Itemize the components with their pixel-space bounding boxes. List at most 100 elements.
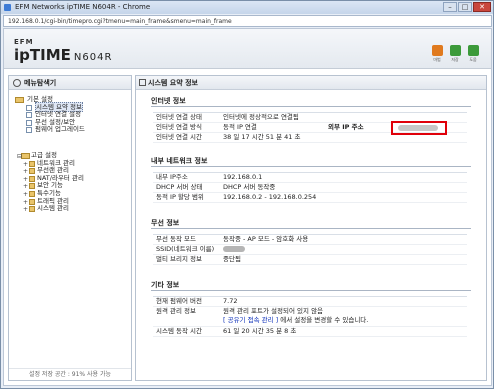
section-title: 인터넷 정보 <box>151 96 471 107</box>
section-title: 내부 네트워크 정보 <box>151 156 471 167</box>
router-page: EFM ipTIME N604R 마법 저장 도움 메뉴탐색기 기본 설정 시스템 요약… <box>3 28 492 386</box>
section-title: 무선 정보 <box>151 218 471 229</box>
value-text: 61 일 20 시간 35 분 8 초 <box>223 327 297 335</box>
menu-explorer-panel: 메뉴탐색기 기본 설정 시스템 요약 정보 인터넷 연결 설정 무선 설정/보안 펌웨어… <box>8 75 132 381</box>
expand-icon: + <box>23 206 29 214</box>
summary-header: 시스템 요약 정보 <box>136 76 486 90</box>
info-table: 내부 IP주소 192.168.0.1 DHCP 서버 상태 DHCP 서버 동작중동… <box>153 172 467 203</box>
value-text: 인터넷에 정상적으로 연결됨 <box>223 113 299 121</box>
folder-icon <box>29 190 35 197</box>
folder-icon <box>29 198 35 205</box>
info-row: 무선 동작 모드 동작중 - AP 모드 - 암호화 사용 <box>153 235 467 245</box>
logo-text: ipTIME <box>14 46 71 64</box>
app-icon <box>4 4 11 11</box>
info-key: 시스템 동작 시간 <box>156 327 202 335</box>
info-row: 시스템 동작 시간 61 일 20 시간 35 분 8 초 <box>153 327 467 337</box>
info-key: DHCP 서버 상태 <box>156 183 203 191</box>
window-controls: – □ ✕ <box>443 2 491 12</box>
save-icon <box>449 45 461 56</box>
info-row: 멀티 브리지 정보 중단됨 <box>153 255 467 265</box>
minimize-button[interactable]: – <box>443 2 457 12</box>
menu-tree-basic: 기본 설정 시스템 요약 정보 인터넷 연결 설정 무선 설정/보안 펌웨어 업그레이드 <box>15 95 85 134</box>
value-text: DHCP 서버 동작중 <box>223 183 276 191</box>
wizard-icon <box>431 45 443 56</box>
folder-icon <box>29 206 35 213</box>
info-value <box>223 245 467 254</box>
folder-icon <box>29 183 35 190</box>
model-name: N604R <box>73 52 113 63</box>
wizard-shortcut[interactable]: 마법 <box>431 45 443 63</box>
value-text: 동적 IP 연결 <box>223 123 257 131</box>
iptime-logo: ipTIME N604R <box>14 46 112 64</box>
info-section: 기타 정보현재 펌웨어 버전 7.72 원격 관리 정보 원격 관리 포트가 설정되어… <box>151 280 471 337</box>
info-key: 인터넷 연결 방식 <box>156 123 202 131</box>
info-section: 내부 네트워크 정보 내부 IP주소 192.168.0.1 DHCP 서버 상태 DH… <box>151 156 471 203</box>
menu-item-label: 펌웨어 업그레이드 <box>35 125 85 134</box>
help-icon <box>467 45 479 56</box>
section-title: 기타 정보 <box>151 280 471 291</box>
window-title: EFM Networks ipTIME N604R - Chrome <box>15 3 151 11</box>
save-shortcut[interactable]: 저장 <box>449 45 461 63</box>
info-row: 원격 관리 정보 원격 관리 포트가 설정되어 있지 않음[ 공유기 접속 관리 … <box>153 307 467 327</box>
info-value: 동작중 - AP 모드 - 암호화 사용 <box>223 235 467 244</box>
info-key: 인터넷 연결 시간 <box>156 133 202 141</box>
info-key: 현재 펌웨어 버전 <box>156 297 202 305</box>
remote-access-link[interactable]: [ 공유기 접속 관리 ] <box>223 316 278 324</box>
menu-explorer-header: 메뉴탐색기 <box>9 76 131 90</box>
info-key: 내부 IP주소 <box>156 173 188 181</box>
panel-icon <box>139 79 146 86</box>
info-table: 무선 동작 모드 동작중 - AP 모드 - 암호화 사용 SSID(네트워크 이름… <box>153 234 467 265</box>
wizard-label: 마법 <box>433 57 441 62</box>
browser-window: EFM Networks ipTIME N604R - Chrome – □ ✕… <box>0 0 494 389</box>
info-key: 동적 IP 할당 범위 <box>156 193 204 201</box>
help-shortcut[interactable]: 도움 <box>467 45 479 63</box>
value-text: 원격 관리 포트가 설정되어 있지 않음 <box>223 307 324 315</box>
info-value: 중단됨 <box>223 255 467 264</box>
menu-item[interactable]: 펌웨어 업그레이드 <box>15 126 85 134</box>
storage-status: 설정 저장 공간 : 91% 사용 가능 <box>9 368 131 380</box>
menu-item-label: 시스템 관리 <box>37 204 69 213</box>
menu-item[interactable]: + 시스템 관리 <box>15 204 84 214</box>
search-icon <box>13 79 21 87</box>
remote-link-line: [ 공유기 접속 관리 ] 에서 설정을 변경할 수 있습니다. <box>223 316 368 326</box>
info-section: 인터넷 정보인터넷 연결 상태 인터넷에 정상적으로 연결됨인터넷 연결 방식 동적… <box>151 96 471 143</box>
info-value: 192.168.0.1 <box>223 173 467 182</box>
page-icon <box>26 127 32 134</box>
info-key: 무선 동작 모드 <box>156 235 197 243</box>
info-row: DHCP 서버 상태 DHCP 서버 동작중 <box>153 183 467 193</box>
folder-icon <box>15 97 24 103</box>
info-key: SSID(네트워크 이름) <box>156 245 215 253</box>
info-row: 내부 IP주소 192.168.0.1 <box>153 173 467 183</box>
info-row: SSID(네트워크 이름) <box>153 245 467 255</box>
info-value: 7.72 <box>223 297 467 306</box>
menu-explorer-title: 메뉴탐색기 <box>24 79 57 87</box>
save-label: 저장 <box>451 57 459 62</box>
ssid-redacted <box>223 246 245 252</box>
info-value: 192.168.0.2 - 192.168.0.254 <box>223 193 467 202</box>
address-bar[interactable]: 192.168.0.1/cgi-bin/timepro.cgi?tmenu=ma… <box>3 15 492 27</box>
external-ip-label: 외부 IP 주소 <box>328 123 364 131</box>
value-text: 192.168.0.2 - 192.168.0.254 <box>223 193 317 201</box>
info-row: 동적 IP 할당 범위 192.168.0.2 - 192.168.0.254 <box>153 193 467 203</box>
info-row: 인터넷 연결 방식 동적 IP 연결 외부 IP 주소 <box>153 121 467 135</box>
info-table: 인터넷 연결 상태 인터넷에 정상적으로 연결됨인터넷 연결 방식 동적 IP 연결… <box>153 112 467 143</box>
info-value: 동적 IP 연결 외부 IP 주소 <box>223 121 467 135</box>
close-button[interactable]: ✕ <box>473 2 491 12</box>
maximize-button[interactable]: □ <box>458 2 472 12</box>
value-text: 중단됨 <box>223 255 241 263</box>
info-key: 인터넷 연결 상태 <box>156 113 202 121</box>
info-section: 무선 정보무선 동작 모드 동작중 - AP 모드 - 암호화 사용 SSID(네트… <box>151 218 471 265</box>
info-value: 38 일 17 시간 51 분 41 초 <box>223 133 467 142</box>
folder-icon <box>29 168 35 175</box>
info-value: DHCP 서버 동작중 <box>223 183 467 192</box>
value-text: 7.72 <box>223 297 238 305</box>
folder-icon <box>21 153 30 159</box>
info-key: 멀티 브리지 정보 <box>156 255 202 263</box>
window-titlebar: EFM Networks ipTIME N604R - Chrome – □ ✕ <box>1 1 493 14</box>
value-text: 192.168.0.1 <box>223 173 263 181</box>
remote-link-suffix: 에서 설정을 변경할 수 있습니다. <box>278 316 369 324</box>
value-text: 38 일 17 시간 51 분 41 초 <box>223 133 301 141</box>
info-row: 인터넷 연결 시간 38 일 17 시간 51 분 41 초 <box>153 133 467 143</box>
help-label: 도움 <box>469 57 477 62</box>
page-header: EFM ipTIME N604R 마법 저장 도움 <box>4 29 491 69</box>
